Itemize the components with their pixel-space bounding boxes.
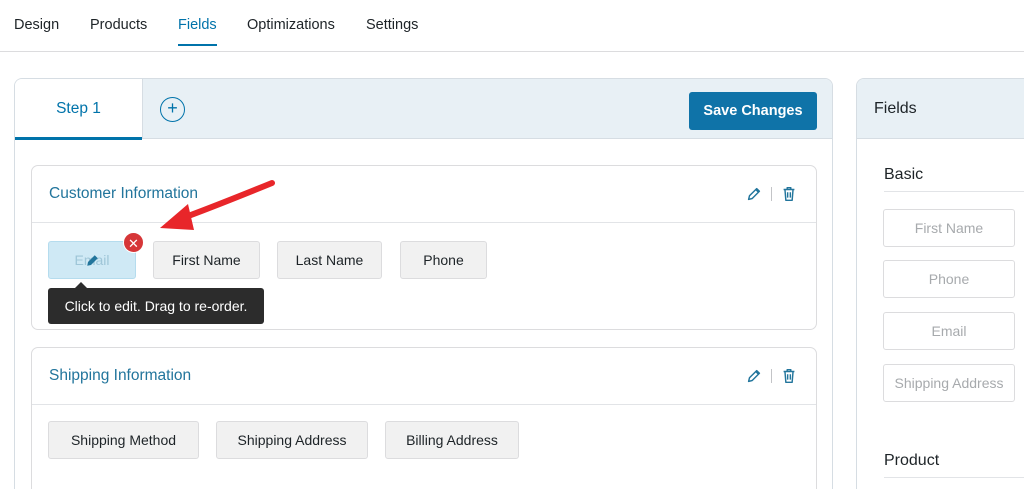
group-label-product: Product xyxy=(884,452,940,469)
steps-header: Step 1 + Save Changes xyxy=(15,79,832,140)
tool-divider xyxy=(771,369,772,383)
section-tools xyxy=(745,367,798,385)
tab-fields[interactable]: Fields xyxy=(178,17,217,46)
add-step-button[interactable]: + xyxy=(160,97,185,122)
pencil-icon[interactable] xyxy=(745,367,763,385)
tool-divider xyxy=(771,187,772,201)
section-header: Shipping Information xyxy=(32,348,816,405)
sidebar-field-phone[interactable]: Phone xyxy=(883,260,1015,298)
field-chip-billing-address[interactable]: Billing Address xyxy=(385,421,519,459)
step-tab[interactable]: Step 1 xyxy=(15,79,143,140)
divider xyxy=(884,191,1024,192)
divider xyxy=(884,477,1024,478)
shipping-information-section: Shipping Information xyxy=(31,347,817,489)
tab-settings[interactable]: Settings xyxy=(366,17,418,33)
field-chip-email[interactable]: Email xyxy=(48,241,136,279)
pencil-icon[interactable] xyxy=(745,185,763,203)
sidebar-field-shipping-address[interactable]: Shipping Address xyxy=(883,364,1015,402)
sidebar-field-email[interactable]: Email xyxy=(883,312,1015,350)
section-header: Customer Information xyxy=(32,166,816,223)
sidebar-title: Fields xyxy=(874,100,917,117)
remove-field-button[interactable]: ✕ xyxy=(123,232,144,253)
sidebar-field-first-name[interactable]: First Name xyxy=(883,209,1015,247)
field-chip-first-name[interactable]: First Name xyxy=(153,241,260,279)
sidebar-header: Fields xyxy=(857,79,1024,139)
section-title: Shipping Information xyxy=(49,367,192,384)
pencil-icon xyxy=(87,255,98,266)
fields-sidebar: Fields Basic First Name Phone Email Ship… xyxy=(856,78,1024,489)
field-chip-last-name[interactable]: Last Name xyxy=(277,241,382,279)
edit-tooltip: Click to edit. Drag to re-order. xyxy=(48,282,264,324)
tab-optimizations[interactable]: Optimizations xyxy=(247,17,335,33)
trash-icon[interactable] xyxy=(780,185,798,203)
save-changes-button[interactable]: Save Changes xyxy=(689,92,817,130)
tab-products[interactable]: Products xyxy=(90,17,147,33)
section-title: Customer Information xyxy=(49,185,199,202)
trash-icon[interactable] xyxy=(780,367,798,385)
section-tools xyxy=(745,185,798,203)
field-chip-shipping-address[interactable]: Shipping Address xyxy=(216,421,368,459)
field-chip-phone[interactable]: Phone xyxy=(400,241,487,279)
group-label-basic: Basic xyxy=(884,166,924,183)
field-chip-shipping-method[interactable]: Shipping Method xyxy=(48,421,199,459)
tab-design[interactable]: Design xyxy=(14,17,59,33)
top-navigation: Design Products Fields Optimizations Set… xyxy=(0,0,1024,52)
